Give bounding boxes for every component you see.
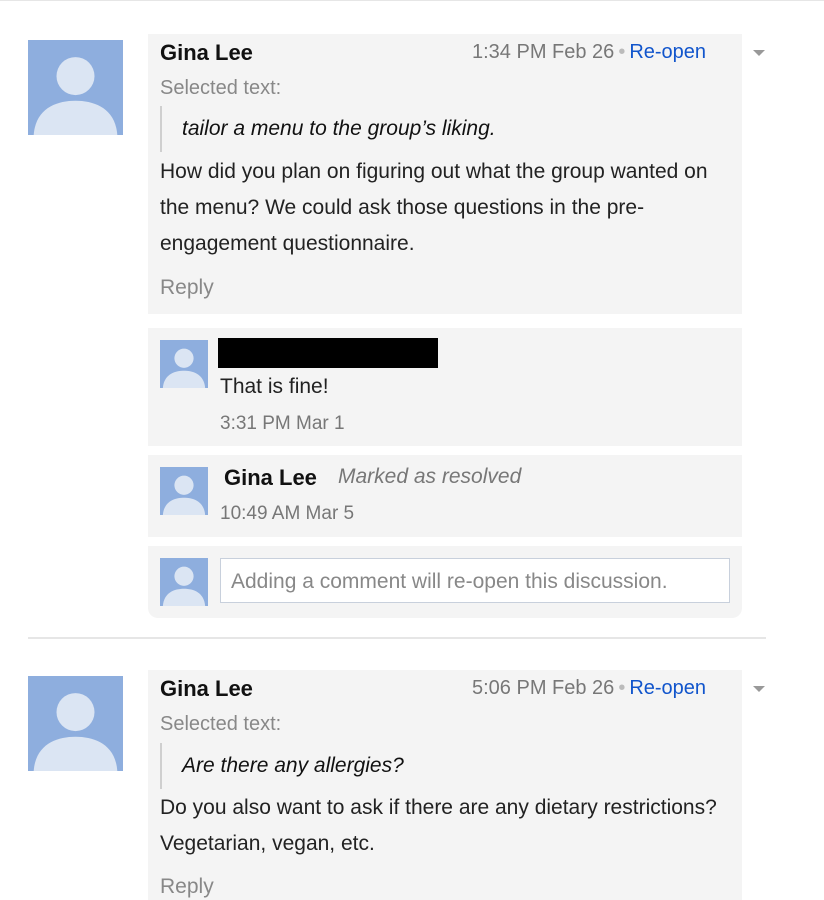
thread-divider (28, 637, 766, 639)
avatar-icon (160, 558, 208, 606)
separator-dot: • (618, 677, 626, 699)
selected-text-quote: tailor a menu to the group’s liking. (160, 106, 496, 152)
selected-text-quote: Are there any allergies? (160, 743, 404, 789)
chevron-down-icon[interactable] (753, 50, 765, 56)
avatar-icon (28, 676, 123, 771)
reply-body: That is fine! (220, 375, 329, 398)
reopen-link[interactable]: Re-open (629, 677, 706, 699)
comment-meta: 5:06 PM Feb 26 • Re-open (472, 677, 706, 700)
selected-text-label: Selected text: (160, 77, 282, 99)
avatar-icon (160, 467, 208, 515)
comment-timestamp: 1:34 PM Feb 26 (472, 41, 615, 63)
avatar-icon (160, 340, 208, 388)
separator-dot: • (618, 41, 626, 63)
new-comment-input[interactable] (220, 558, 730, 603)
redacted-author-name (218, 338, 438, 368)
selected-text-label: Selected text: (160, 713, 282, 735)
comment-author: Gina Lee (160, 676, 253, 701)
comment-author: Gina Lee (160, 40, 253, 65)
reply-link[interactable]: Reply (160, 875, 214, 899)
comment-body: How did you plan on figuring out what th… (160, 160, 708, 255)
reopen-link[interactable]: Re-open (629, 41, 706, 63)
comment-body: Do you also want to ask if there are any… (160, 796, 717, 855)
reply-timestamp: 3:31 PM Mar 1 (220, 413, 345, 434)
comment-meta: 1:34 PM Feb 26 • Re-open (472, 41, 706, 64)
chevron-down-icon[interactable] (753, 686, 765, 692)
avatar-icon (28, 40, 123, 135)
top-divider (0, 0, 824, 1)
resolved-status: Marked as resolved (338, 465, 522, 488)
reply-timestamp: 10:49 AM Mar 5 (220, 503, 355, 524)
reply-author: Gina Lee (224, 465, 317, 490)
reply-link[interactable]: Reply (160, 276, 214, 300)
comment-timestamp: 5:06 PM Feb 26 (472, 677, 615, 699)
